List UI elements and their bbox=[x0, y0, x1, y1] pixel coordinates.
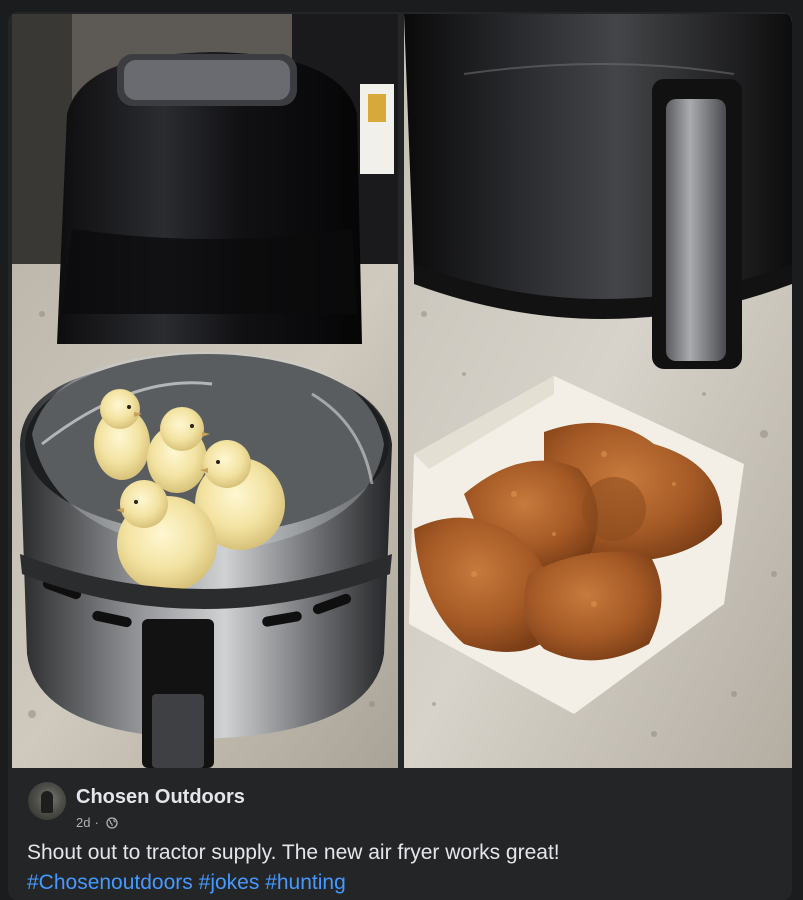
post-photo-right[interactable] bbox=[404, 14, 792, 768]
page-avatar[interactable] bbox=[28, 782, 66, 820]
post-caption: Shout out to tractor supply. The new air… bbox=[27, 838, 774, 898]
meta-separator: · bbox=[94, 815, 99, 830]
hashtag-link[interactable]: #hunting bbox=[265, 871, 346, 894]
hashtag-list: #Chosenoutdoors #jokes #hunting bbox=[27, 868, 774, 898]
post-timestamp[interactable]: 2d bbox=[76, 815, 90, 830]
post-header: Chosen Outdoors 2d · bbox=[26, 772, 774, 832]
avatar-figure-icon bbox=[41, 791, 53, 813]
air-fryer-with-fried-chicken-image bbox=[404, 14, 792, 768]
facebook-post-card: Chosen Outdoors 2d · Shout out to tracto… bbox=[8, 12, 792, 900]
hashtag-link[interactable]: #Chosenoutdoors bbox=[27, 871, 193, 894]
hashtag-link[interactable]: #jokes bbox=[199, 871, 260, 894]
post-photo-left[interactable] bbox=[12, 14, 398, 768]
post-text: Shout out to tractor supply. The new air… bbox=[27, 841, 560, 864]
post-meta: 2d · bbox=[76, 815, 118, 830]
page-name-link[interactable]: Chosen Outdoors bbox=[76, 786, 245, 809]
post-photo-grid bbox=[12, 14, 792, 768]
air-fryer-with-chicks-image bbox=[12, 14, 398, 768]
public-globe-icon[interactable] bbox=[106, 816, 118, 829]
